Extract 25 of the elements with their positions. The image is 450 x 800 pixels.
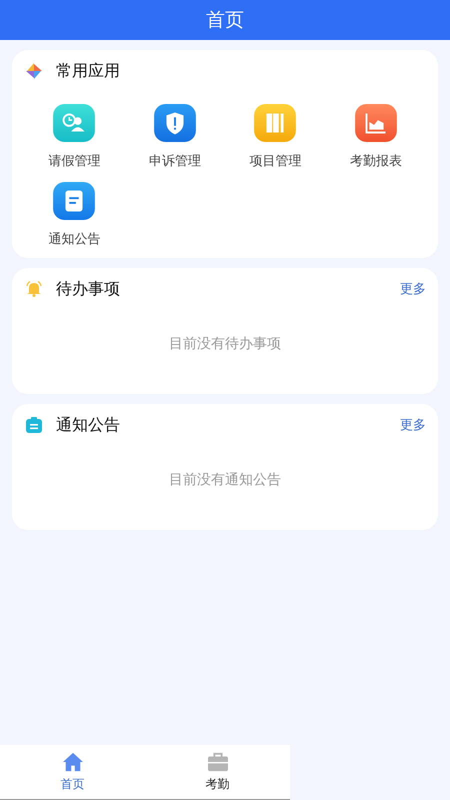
more-link[interactable]: 更多 bbox=[400, 416, 426, 434]
section-title: 待办事项 bbox=[56, 278, 120, 300]
pinwheel-icon bbox=[24, 61, 44, 81]
more-link[interactable]: 更多 bbox=[400, 280, 426, 298]
app-shortcut[interactable]: 项目管理 bbox=[225, 104, 326, 170]
binders-icon bbox=[253, 104, 298, 142]
shield-icon bbox=[152, 104, 197, 142]
section-title: 通知公告 bbox=[56, 414, 120, 436]
house-icon bbox=[62, 752, 84, 772]
app-shortcut[interactable]: 考勤报表 bbox=[326, 104, 426, 170]
bell-icon bbox=[24, 279, 44, 299]
nav-tab[interactable]: 首页 bbox=[0, 745, 145, 799]
nav-tab[interactable]: 考勤 bbox=[145, 745, 290, 799]
empty-message: 目前没有通知公告 bbox=[168, 471, 282, 489]
app-shortcut[interactable]: 申诉管理 bbox=[124, 104, 225, 170]
app-shortcut[interactable]: 请假管理 bbox=[24, 104, 124, 170]
briefcase-icon bbox=[206, 752, 228, 772]
app-shortcut[interactable]: 通知公告 bbox=[24, 182, 124, 248]
clipboard-icon bbox=[24, 415, 44, 435]
clock-person-icon bbox=[52, 104, 96, 142]
page-title: 首页 bbox=[206, 8, 244, 33]
empty-message: 目前没有待办事项 bbox=[168, 335, 282, 353]
clipboard-icon bbox=[52, 182, 96, 220]
section-title: 常用应用 bbox=[56, 60, 120, 82]
chart-icon bbox=[354, 104, 398, 142]
